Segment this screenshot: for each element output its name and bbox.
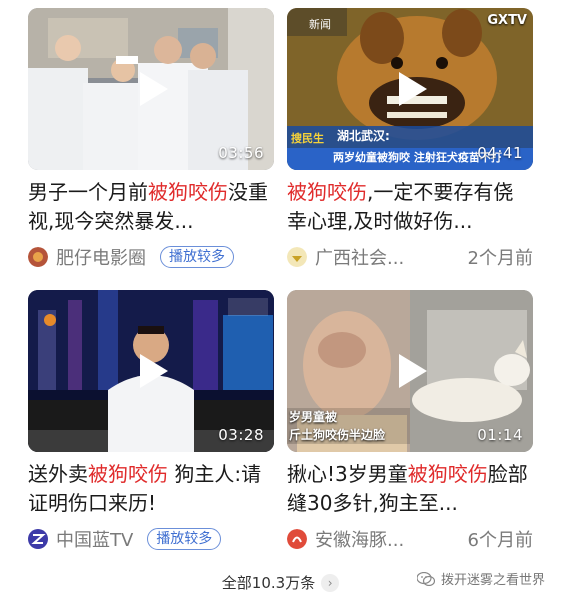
video-meta: 肥仔电影圈 播放较多 bbox=[28, 244, 274, 270]
video-thumbnail[interactable]: 岁男童被 斤土狗咬伤半边脸 01:14 bbox=[287, 290, 533, 452]
channel-logo: GXTV bbox=[487, 13, 527, 28]
watermark: 拨开迷雾之看世界 bbox=[416, 569, 545, 588]
overlay-headline-1: 岁男童被 bbox=[289, 410, 338, 424]
video-title[interactable]: 男子一个月前被狗咬伤没重视,现今突然暴发... bbox=[28, 178, 274, 236]
video-title[interactable]: 揪心!3岁男童被狗咬伤脸部缝30多针,狗主至... bbox=[287, 460, 533, 518]
channel-sub: 新闻 bbox=[309, 18, 331, 31]
title-text: 送外卖 bbox=[28, 462, 88, 486]
source-avatar-icon bbox=[28, 247, 48, 267]
publish-time: 6个月前 bbox=[467, 530, 533, 551]
source-avatar-icon bbox=[287, 529, 307, 549]
title-highlight: 被狗咬伤 bbox=[88, 462, 168, 486]
source-avatar-icon bbox=[287, 247, 307, 267]
overlay-headline-2: 斤土狗咬伤半边脸 bbox=[289, 428, 386, 442]
source-name[interactable]: 肥仔电影圈 bbox=[56, 244, 146, 270]
title-highlight: 被狗咬伤 bbox=[287, 180, 367, 204]
video-title[interactable]: 被狗咬伤,一定不要存有侥幸心理,及时做好伤... bbox=[287, 178, 533, 236]
wechat-icon bbox=[416, 571, 435, 586]
popular-badge: 播放较多 bbox=[160, 246, 234, 268]
video-title[interactable]: 送外卖被狗咬伤 狗主人:请证明伤口来历! bbox=[28, 460, 274, 518]
overlay-headline-1: 湖北武汉: bbox=[337, 129, 390, 143]
popular-badge: 播放较多 bbox=[147, 528, 222, 550]
video-duration: 03:28 bbox=[218, 426, 264, 444]
title-highlight: 被狗咬伤 bbox=[148, 180, 228, 204]
video-card[interactable]: GXTV 新闻 搜民生 湖北武汉: 两岁幼童被狗咬 注射狂犬疫苗不打 04:41… bbox=[287, 8, 533, 270]
title-highlight: 被狗咬伤 bbox=[407, 462, 488, 486]
video-duration: 04:41 bbox=[477, 144, 523, 162]
play-icon[interactable] bbox=[130, 350, 172, 392]
chevron-right-icon: › bbox=[321, 574, 340, 592]
source-name[interactable]: 广西社会... bbox=[315, 244, 404, 270]
show-all-label: 全部10.3万条 bbox=[221, 574, 316, 592]
publish-time: 2个月前 bbox=[467, 248, 533, 269]
play-icon[interactable] bbox=[389, 68, 431, 110]
video-card[interactable]: 03:56 男子一个月前被狗咬伤没重视,现今突然暴发... 肥仔电影圈 播放较多 bbox=[28, 8, 274, 270]
overlay-tag: 搜民生 bbox=[291, 132, 324, 145]
play-icon[interactable] bbox=[130, 68, 172, 110]
source-avatar-icon bbox=[28, 529, 48, 549]
video-thumbnail[interactable]: 03:56 bbox=[28, 8, 274, 170]
source-name[interactable]: 中国蓝TV bbox=[56, 526, 133, 552]
play-icon[interactable] bbox=[389, 350, 431, 392]
video-meta: 安徽海豚... 6个月前 bbox=[287, 526, 533, 552]
video-card[interactable]: 岁男童被 斤土狗咬伤半边脸 01:14 揪心!3岁男童被狗咬伤脸部缝30多针,狗… bbox=[287, 290, 533, 552]
title-text: 揪心!3岁男童 bbox=[287, 462, 408, 486]
source-name[interactable]: 安徽海豚... bbox=[315, 526, 404, 552]
video-thumbnail[interactable]: GXTV 新闻 搜民生 湖北武汉: 两岁幼童被狗咬 注射狂犬疫苗不打 04:41 bbox=[287, 8, 533, 170]
watermark-text: 拨开迷雾之看世界 bbox=[440, 573, 545, 588]
video-card[interactable]: 03:28 送外卖被狗咬伤 狗主人:请证明伤口来历! 中国蓝TV 播放较多 bbox=[28, 290, 274, 552]
video-thumbnail[interactable]: 03:28 bbox=[28, 290, 274, 452]
title-text: 男子一个月前 bbox=[28, 180, 148, 204]
video-duration: 01:14 bbox=[477, 426, 523, 444]
video-duration: 03:56 bbox=[218, 144, 264, 162]
video-meta: 中国蓝TV 播放较多 bbox=[28, 526, 274, 552]
video-meta: 广西社会... 2个月前 bbox=[287, 244, 533, 270]
